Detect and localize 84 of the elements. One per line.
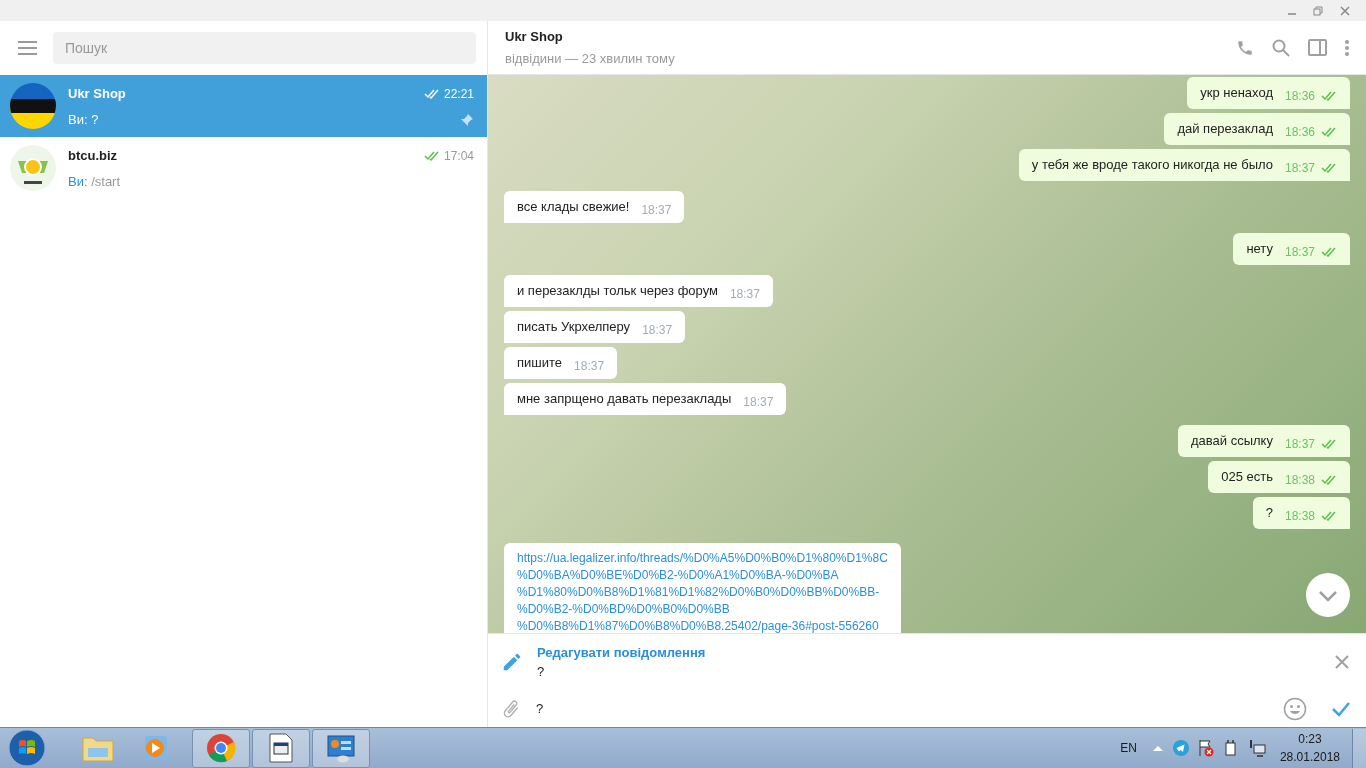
message-time: 18:37 <box>729 286 760 303</box>
message-link[interactable]: %D1%80%D0%B8%D1%81%D1%82%D0%B0%D0%BB%D0%BB- <box>517 584 888 600</box>
chat-name: Ukr Shop <box>68 85 127 104</box>
chat-status: відвідини — 23 хвилин тому <box>505 50 676 68</box>
message-text: все клады свежие! <box>517 198 630 216</box>
chat-title: Ukr Shop <box>505 27 564 46</box>
search-field[interactable]: Пошук <box>53 32 476 64</box>
flag-error-icon[interactable] <box>1197 739 1214 757</box>
chat-name: btcu.biz <box>68 147 119 166</box>
maximize-icon[interactable] <box>1313 5 1324 16</box>
message-time: 18:37 <box>1284 160 1315 177</box>
network-icon[interactable] <box>1247 739 1266 757</box>
double-check-icon <box>1321 439 1337 449</box>
chat-time: 17:04 <box>443 148 474 165</box>
taskbar-button[interactable] <box>312 728 370 768</box>
phone-icon[interactable] <box>1236 38 1254 57</box>
clock-time[interactable]: 0:23 <box>1298 730 1322 748</box>
message-link[interactable]: %D0%B2-%D0%BD%D0%B0%D0%BB <box>517 601 888 617</box>
double-check-icon <box>1321 247 1337 257</box>
message-text: у тебя же вроде такого никогда не было <box>1031 156 1273 174</box>
avatar-image <box>10 145 56 191</box>
close-icon[interactable] <box>1340 5 1350 16</box>
telegram-icon[interactable] <box>1172 740 1189 756</box>
scroll-down-button[interactable] <box>1306 573 1350 617</box>
folder-icon[interactable] <box>82 734 114 762</box>
preview-text: /start <box>90 174 121 189</box>
edit-title: Редагувати повідомлення <box>537 643 707 662</box>
avatar-image <box>10 83 56 129</box>
message-text: нету <box>1246 240 1273 258</box>
double-check-icon <box>1321 127 1337 137</box>
message-time: 18:37 <box>1284 436 1315 453</box>
message-time: 18:37 <box>1284 244 1315 261</box>
menu-icon[interactable] <box>18 41 37 55</box>
message-time: 18:37 <box>642 322 673 339</box>
emoji-icon[interactable] <box>1283 696 1307 721</box>
preview-text: ? <box>90 112 99 127</box>
search-icon[interactable] <box>1272 38 1290 57</box>
browser-icon <box>206 733 236 763</box>
clock-date[interactable]: 28.01.2018 <box>1279 748 1340 766</box>
double-check-icon <box>1321 91 1337 101</box>
double-check-icon <box>1321 511 1337 521</box>
taskbar-button[interactable] <box>252 728 310 768</box>
checkmark-icon[interactable] <box>1331 700 1351 717</box>
media-player-icon[interactable] <box>142 734 170 762</box>
power-plug-icon[interactable] <box>1222 739 1239 757</box>
chat-time: 22:21 <box>443 86 474 103</box>
message-input[interactable]: ? <box>536 698 1269 719</box>
message-text: давай ссылку <box>1191 432 1273 450</box>
double-check-icon <box>1321 475 1337 485</box>
close-icon[interactable] <box>1335 655 1349 669</box>
message-text: и перезаклды тольк через форум <box>517 282 718 300</box>
edit-preview: ? <box>537 663 546 681</box>
show-desktop-button[interactable] <box>1352 728 1366 768</box>
message-text: укр ненаход <box>1200 84 1273 102</box>
preview-sender: Ви: <box>68 112 88 127</box>
message-time: 18:37 <box>641 202 672 219</box>
message-time: 18:37 <box>743 394 774 411</box>
message-time: 18:38 <box>1284 508 1315 525</box>
message-time: 18:37 <box>574 358 605 375</box>
preview-sender: Ви: <box>68 174 88 189</box>
side-panel-icon[interactable] <box>1308 39 1327 56</box>
message-text: писать Укрхелперу <box>517 318 631 336</box>
message-time: 18:36 <box>1284 124 1315 141</box>
message-text: мне запрщено давать перезаклады <box>517 390 732 408</box>
double-check-icon <box>1321 163 1337 173</box>
control-panel-icon <box>326 733 356 763</box>
start-orb-icon[interactable] <box>8 729 46 767</box>
message-text: дай перезаклад <box>1177 120 1273 138</box>
message-text: ? <box>1265 504 1273 522</box>
double-check-icon <box>423 89 440 99</box>
message-time: 18:36 <box>1284 88 1315 105</box>
message-link[interactable]: %D0%BA%D0%BE%D0%B2-%D0%A1%D0%BA-%D0%BA <box>517 567 888 583</box>
message-text: 025 есть <box>1221 468 1273 486</box>
double-check-icon <box>423 151 440 161</box>
pencil-icon <box>501 651 523 673</box>
message-link[interactable]: %D0%B8%D1%87%D0%B8%D0%B8.25402/page-36#post-556260 <box>517 618 888 633</box>
up-arrow-icon[interactable] <box>1152 745 1163 751</box>
message-link[interactable]: https://ua.legalizer.info/threads/%D0%A5%D0%B0%D1%80%D1%8C <box>517 550 888 566</box>
document-window-icon <box>268 733 294 763</box>
chat-list-item[interactable]: Ukr Shop 22:21 Ви: ? <box>0 75 487 137</box>
message-time: 18:38 <box>1284 472 1315 489</box>
more-icon[interactable] <box>1345 39 1349 56</box>
language-indicator[interactable]: EN <box>1120 739 1137 757</box>
message-text: пишите <box>517 354 563 372</box>
